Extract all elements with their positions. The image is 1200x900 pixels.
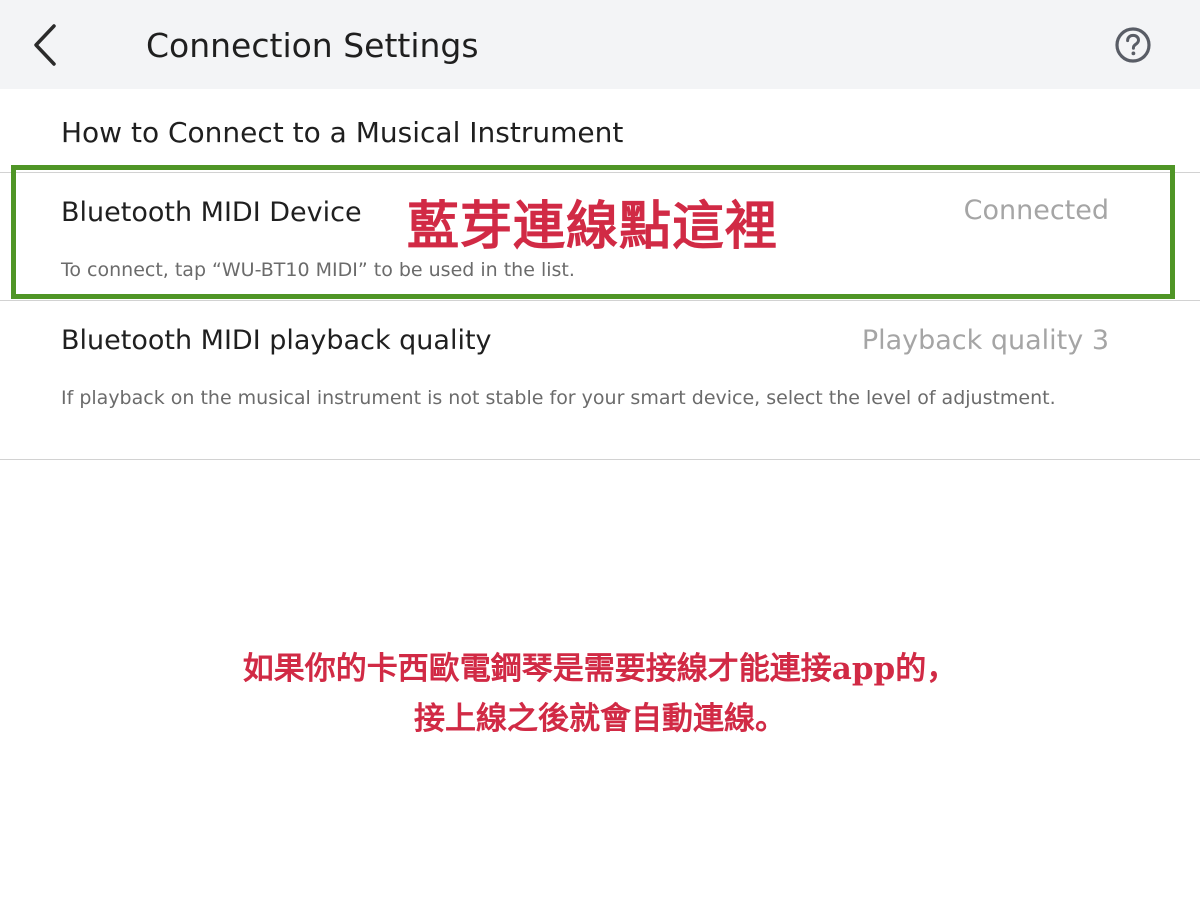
help-button[interactable]: [1113, 25, 1153, 65]
back-button[interactable]: [24, 20, 70, 70]
playback-quality-description: If playback on the musical instrument is…: [61, 387, 1056, 409]
annotation-cable-note-line2: 接上線之後就會自動連線。: [414, 701, 786, 737]
connection-settings-screen: Connection Settings How to Connect to a …: [0, 0, 1200, 900]
annotation-cable-note-line1: 如果你的卡西歐電鋼琴是需要接線才能連接app的，: [242, 651, 958, 687]
bluetooth-midi-device-label: Bluetooth MIDI Device: [61, 197, 362, 228]
section-header-connect-instrument: How to Connect to a Musical Instrument: [61, 116, 624, 149]
playback-quality-label: Bluetooth MIDI playback quality: [61, 325, 492, 356]
chevron-left-icon: [34, 24, 56, 66]
page-title: Connection Settings: [146, 26, 479, 65]
question-circle-icon: [1115, 27, 1151, 63]
playback-quality-row[interactable]: Bluetooth MIDI playback quality Playback…: [0, 301, 1200, 459]
annotation-bluetooth-hint: 藍芽連線點這裡: [407, 196, 779, 257]
annotation-cable-note: 如果你的卡西歐電鋼琴是需要接線才能連接app的， 接上線之後就會自動連線。: [0, 644, 1200, 744]
top-nav-bar: Connection Settings: [0, 0, 1200, 89]
playback-quality-value: Playback quality 3: [861, 325, 1109, 356]
bluetooth-midi-device-description: To connect, tap “WU-BT10 MIDI” to be use…: [61, 259, 575, 281]
connection-status-value: Connected: [963, 195, 1109, 226]
divider: [0, 459, 1200, 460]
